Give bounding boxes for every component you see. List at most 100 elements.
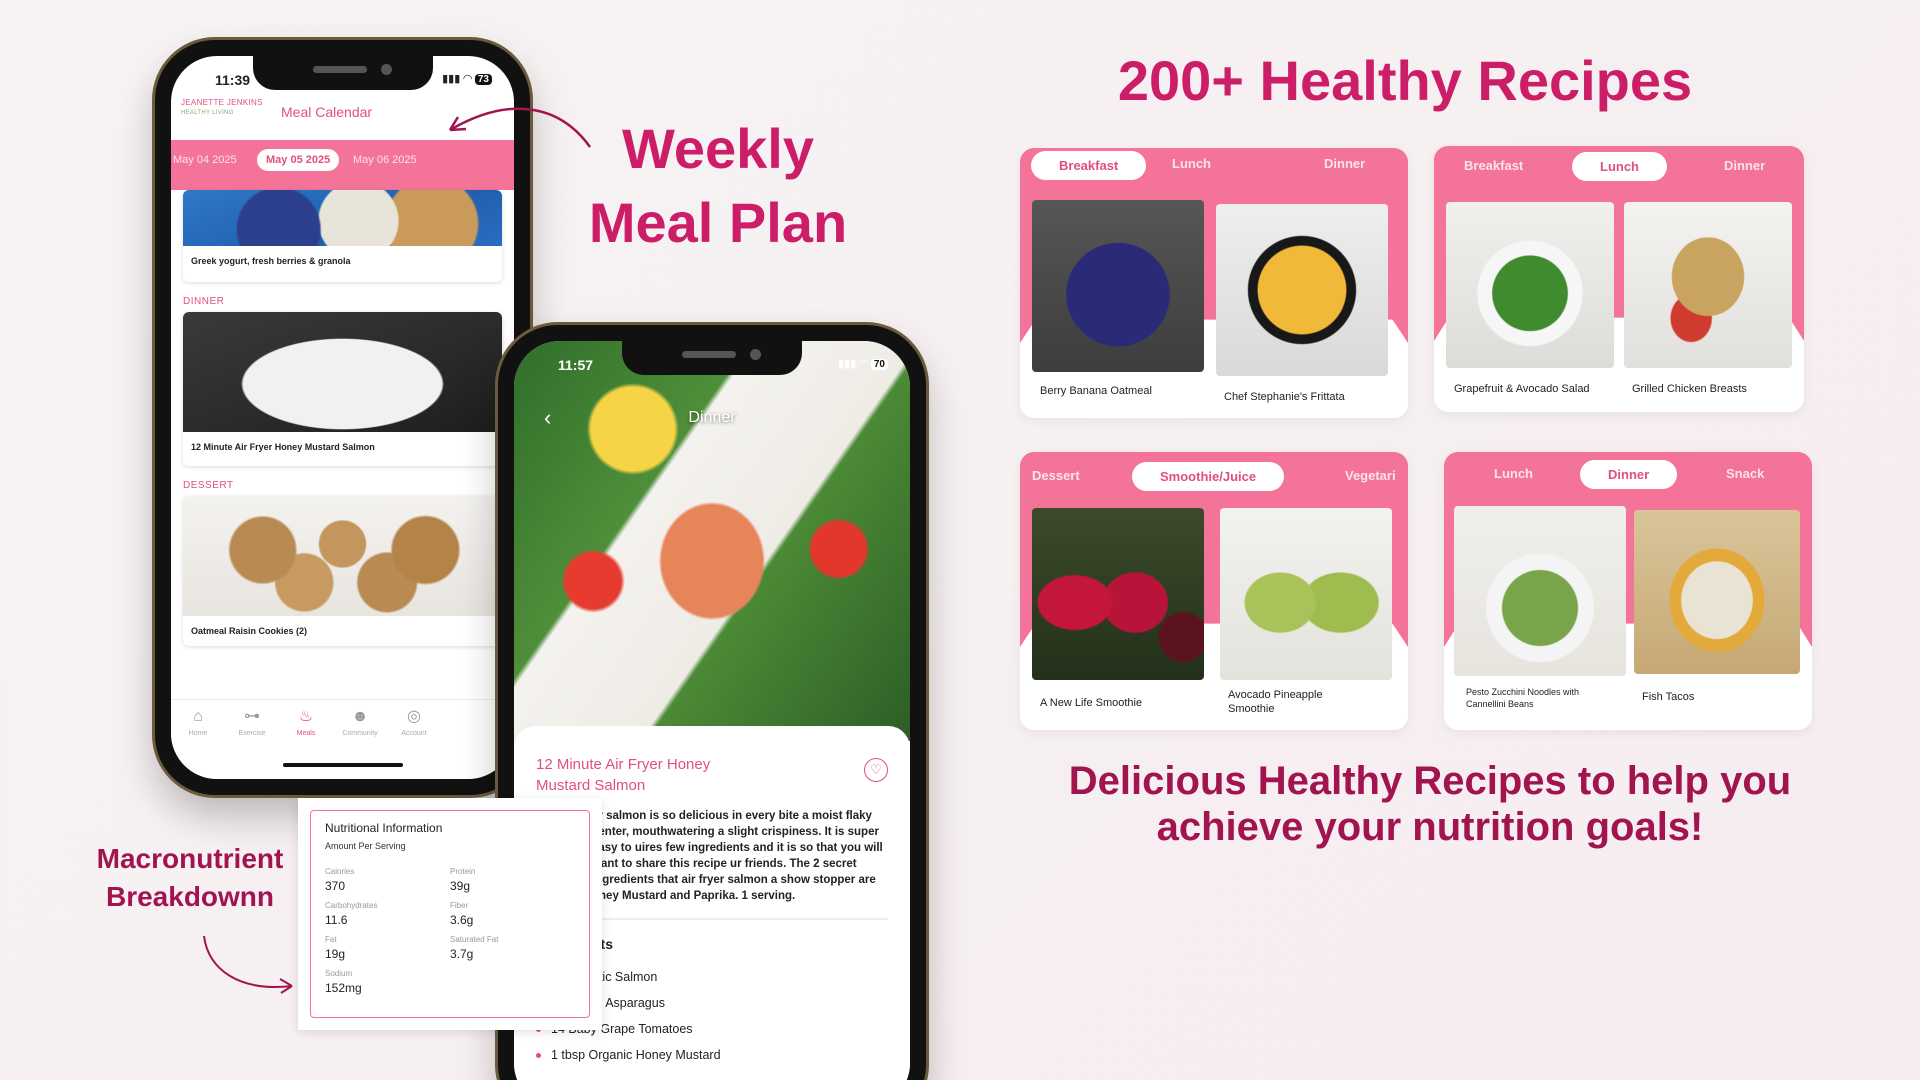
nutrient-label: Carbohydrates (325, 901, 378, 910)
tagline-line: achieve your nutrition goals! (1156, 805, 1704, 849)
headline-line: Meal Plan (588, 191, 848, 254)
weekly-meal-plan-headline: Weekly Meal Plan (568, 112, 868, 260)
recipe-name: Grapefruit & Avocado Salad (1454, 383, 1590, 395)
tab-label: Community (342, 730, 378, 737)
category-tab[interactable]: Dessert (1032, 468, 1080, 483)
recipe-name: Berry Banana Oatmeal (1040, 385, 1152, 397)
nutrient-cell: Carbohydrates 11.6 (325, 901, 450, 927)
logo-text: JEANETTE JENKINS (181, 98, 263, 107)
nutrient-cell: Protein 39g (450, 867, 575, 893)
phone-screen: 11:39 ▮▮▮ ◠ 73 JEANETTE JENKINS HEALTHY … (171, 56, 514, 779)
recipe-image[interactable] (1454, 506, 1626, 676)
brand-logo[interactable]: JEANETTE JENKINS HEALTHY LIVING (181, 98, 263, 118)
recipe-image[interactable] (1032, 508, 1204, 680)
page-title: Meal Calendar (281, 104, 373, 120)
logo-subtext: HEALTHY LIVING (181, 110, 234, 116)
recipe-name: Chef Stephanie's Frittata (1224, 391, 1345, 403)
nutrient-label: Fiber (450, 901, 469, 910)
nutrient-cell: Fat 19g (325, 935, 450, 961)
ingredient-text: rs Asparagus (592, 996, 665, 1010)
nutrient-cell: Fiber 3.6g (450, 901, 575, 927)
nutrient-value: 39g (450, 879, 471, 893)
date-tab-active[interactable]: May 05 2025 (257, 149, 340, 171)
nutrient-label: Sodium (325, 969, 353, 978)
recipe-category-card: Breakfast Lunch Dinner Berry Banana Oatm… (1020, 148, 1408, 418)
recipe-image[interactable] (1032, 200, 1204, 372)
phone-notch (252, 56, 433, 90)
battery-icon: 70 (870, 359, 888, 370)
headline-line: Macronutrient (96, 843, 284, 874)
headline-line: Breakdownn (105, 881, 275, 912)
tab-community[interactable]: ☻ Community (330, 708, 390, 737)
meal-name: Greek yogurt, fresh berries & granola (191, 256, 351, 266)
signal-icon: ▮▮▮ (442, 73, 461, 85)
category-tab[interactable]: Vegetari (1345, 468, 1396, 483)
tab-meals[interactable]: ♨ Meals (276, 708, 336, 737)
date-tab[interactable]: May 06 2025 (353, 154, 417, 166)
category-tab[interactable]: Lunch (1494, 466, 1533, 481)
recipe-name: Fish Tacos (1642, 691, 1695, 703)
nutrition-grid: Calories 370 Protein 39g Carbohydrates 11.6… (325, 867, 575, 995)
tagline: Delicious Healthy Recipes to help you ac… (1010, 758, 1850, 850)
recipe-name: A New Life Smoothie (1040, 697, 1143, 709)
tab-account[interactable]: ◎ Account (384, 708, 444, 737)
category-tab-active[interactable]: Lunch (1572, 152, 1667, 181)
category-tab[interactable]: Dinner (1324, 156, 1365, 171)
category-tab[interactable]: Lunch (1172, 156, 1211, 171)
nutrient-label: Fat (325, 935, 337, 944)
date-tab[interactable]: May 04 2025 (173, 154, 237, 166)
tab-home[interactable]: ⌂ Home (171, 708, 228, 737)
category-tab-active[interactable]: Dinner (1580, 460, 1678, 489)
meal-card[interactable]: Oatmeal Raisin Cookies (2) (183, 496, 502, 646)
screen-title: Dinner (688, 409, 736, 426)
recipes-headline: 200+ Healthy Recipes (1117, 49, 1693, 112)
nutrient-value: 3.7g (450, 947, 474, 961)
home-indicator (282, 763, 403, 767)
meal-name: 12 Minute Air Fryer Honey Mustard Salmon (191, 442, 375, 452)
recipe-image[interactable] (1220, 508, 1392, 680)
meal-card[interactable]: 12 Minute Air Fryer Honey Mustard Salmon (183, 312, 502, 466)
tab-exercise[interactable]: ⊶ Exercise (222, 708, 282, 737)
meal-image (183, 312, 502, 432)
nutrition-box: Nutritional Information Amount Per Servi… (310, 810, 590, 1018)
pointer-arrow (203, 935, 293, 994)
nutrition-subtitle: Amount Per Serving (325, 841, 406, 851)
status-icons: ▮▮▮ ◠ 70 (838, 357, 888, 370)
status-icons: ▮▮▮ ◠ 73 (442, 72, 492, 85)
recipe-image[interactable] (1446, 202, 1614, 368)
nutrient-value: 11.6 (325, 913, 348, 927)
nutrient-label: Saturated Fat (450, 935, 499, 944)
meal-section-label: DINNER (183, 296, 225, 307)
recipe-category-card: Lunch Dinner Snack Pesto Zucchini Noodle… (1444, 452, 1812, 730)
bottom-tab-bar: ⌂ Home ⊶ Exercise ♨ Meals ☻ Community ◎ Accou… (171, 699, 514, 779)
recipe-image[interactable] (1624, 202, 1792, 368)
ingredient-text: 1 tbsp Organic Honey Mustard (551, 1048, 721, 1062)
meal-section-label: DESSERT (183, 480, 234, 491)
recipe-category-card: Breakfast Lunch Dinner Grapefruit & Avoc… (1434, 146, 1804, 412)
nutrition-title: Nutritional Information (325, 821, 443, 835)
nutrient-value: 19g (325, 947, 346, 961)
category-tab[interactable]: Breakfast (1464, 158, 1523, 173)
phone-notch (622, 341, 802, 375)
nutrient-value: 370 (325, 879, 346, 893)
nutrition-info-panel: Nutritional Information Amount Per Servi… (298, 798, 602, 1030)
recipe-image[interactable] (1216, 204, 1388, 376)
dumbbell-icon: ⊶ (244, 708, 260, 725)
status-time: 11:57 (558, 357, 594, 373)
wifi-icon: ◠ (859, 358, 868, 370)
meal-card[interactable]: Greek yogurt, fresh berries & granola (183, 190, 502, 282)
tab-label: Meals (296, 730, 316, 737)
bullet-icon (536, 1053, 541, 1059)
recipe-category-card: Dessert Smoothie/Juice Vegetari A New Li… (1020, 452, 1408, 730)
favorite-heart-icon[interactable]: ♡ (864, 758, 888, 782)
recipe-image[interactable] (1634, 510, 1800, 674)
home-icon: ⌂ (193, 708, 203, 725)
meal-image (183, 190, 502, 246)
signal-icon: ▮▮▮ (838, 358, 857, 370)
category-tab-active[interactable]: Smoothie/Juice (1132, 462, 1285, 491)
recipe-hero-image (514, 341, 910, 741)
category-tab[interactable]: Snack (1726, 466, 1764, 481)
category-tab-active[interactable]: Breakfast (1031, 151, 1147, 180)
headline-line: Weekly (622, 117, 814, 180)
category-tab[interactable]: Dinner (1724, 158, 1765, 173)
